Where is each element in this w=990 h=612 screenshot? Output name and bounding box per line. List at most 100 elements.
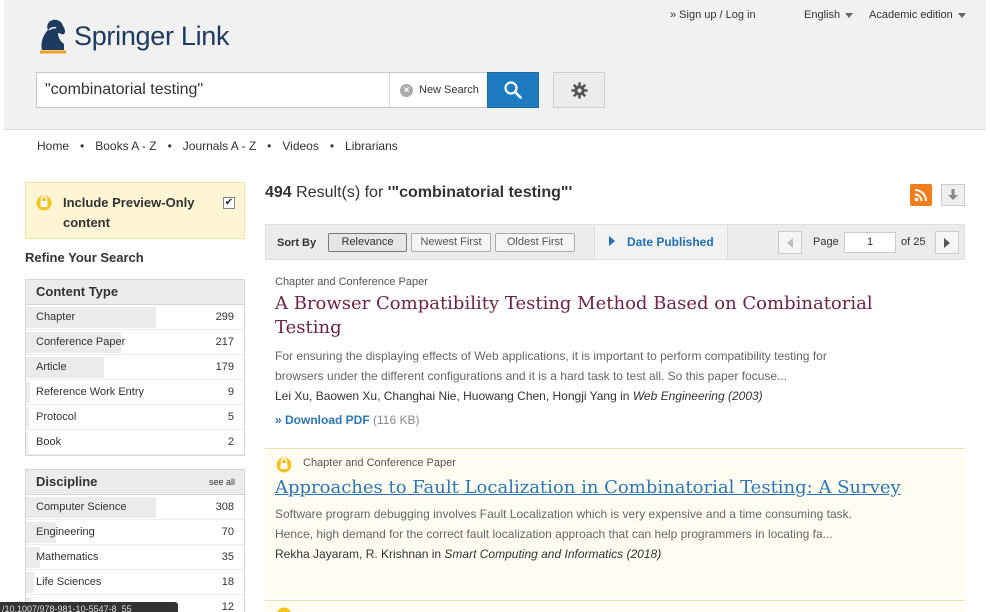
chevron-right-icon [944,237,950,248]
rss-button[interactable] [910,184,932,206]
result-authors: Lei Xu, Baowen Xu, Changhai Nie, Huowang… [275,389,763,403]
horse-logo-icon [40,19,66,54]
chevron-down-icon [957,12,966,18]
result-source[interactable]: Smart Computing and Informatics (2018) [444,547,661,561]
prev-page-button[interactable] [778,231,802,254]
page-total: of 25 [901,236,926,248]
site-header: Springer Link » Sign up / Log in English… [4,0,986,130]
facet-item-count: 217 [215,336,234,348]
preview-label-2: content [63,215,110,230]
sort-relevance-button[interactable]: Relevance [328,233,407,252]
facet-item[interactable]: Computer Science 308 [26,495,244,520]
facet-item[interactable]: Article 179 [26,355,244,380]
sort-bar: Sort By Relevance Newest First Oldest Fi… [265,224,965,260]
search-box: × New Search [36,72,488,108]
result-item: Chapter and Conference Paper A Browser C… [265,276,965,427]
result-snippet: For ensuring the displaying effects of W… [275,349,827,383]
edition-select[interactable]: Academic edition [869,9,966,21]
new-search-label: New Search [419,84,479,96]
facet-title: Discipline [36,474,98,489]
result-type: Chapter and Conference Paper [275,276,428,288]
facet-item[interactable]: Reference Work Entry 9 [26,380,244,405]
result-snippet: Software program debugging involves Faul… [275,507,852,541]
new-search-button[interactable]: × New Search [389,73,487,107]
language-label: English [804,9,841,21]
sort-oldest-button[interactable]: Oldest First [495,233,575,252]
result-title[interactable]: A Browser Compatibility Testing Method B… [275,292,965,340]
result-authors: Rekha Jayaram, R. Krishnan in Smart Comp… [275,547,662,561]
results-summary: 494 Result(s) for '"combinatorial testin… [265,184,572,202]
facet-item[interactable]: Life Sciences 18 [26,570,244,595]
facet-count-bar [26,432,28,453]
facet-item-count: 2 [227,436,234,448]
facet-item[interactable]: Book 2 [26,430,244,455]
rss-icon [914,189,927,202]
search-button[interactable] [487,72,539,108]
page-label: Page [813,236,839,248]
search-icon [504,81,522,99]
status-bar-url: /10.1007/978-981-10-5547-8_55 [0,602,178,612]
result-item-peek [265,600,965,612]
facet-item-count: 18 [221,576,234,588]
clear-icon: × [400,83,413,97]
edition-label: Academic edition [869,9,953,21]
chevron-down-icon [845,12,854,18]
springer-link-logo[interactable]: Springer Link [34,16,230,56]
facet-item[interactable]: Chapter 299 [26,305,244,330]
facet-title: Content Type [26,280,244,305]
refine-title: Refine Your Search [25,250,144,265]
next-page-button[interactable] [935,231,959,254]
date-published-label: Date Published [627,235,714,249]
preview-label: Include Preview-Only [63,195,195,210]
facet-item-count: 70 [221,526,234,538]
facet-item-label: Article [36,361,67,373]
nav-librarians[interactable]: Librarians [345,139,398,153]
facet-item-label: Book [36,436,62,448]
facet-count-bar [26,407,29,428]
facet-item-label: Chapter [36,311,76,323]
chevron-left-icon [787,237,793,248]
facet-item-label: Reference Work Entry [36,386,145,398]
facet-item-count: 179 [215,361,234,373]
facet-item-label: Life Sciences [36,576,102,588]
download-pdf-link[interactable]: » Download PDF (116 KB) [275,413,419,427]
facet-item-count: 9 [227,386,234,398]
sort-label: Sort By [277,237,317,249]
facet-item-count: 12 [221,601,234,612]
result-type: Chapter and Conference Paper [303,457,456,469]
sort-newest-button[interactable]: Newest First [411,233,491,252]
result-item: Chapter and Conference Paper Approaches … [265,448,965,598]
facet-count-bar [26,382,30,403]
facet-item[interactable]: Conference Paper 217 [26,330,244,355]
nav-journals[interactable]: Journals A - Z [183,139,256,153]
discipline-facet: Discipline see all Computer Science 308 En… [25,469,245,612]
nav-videos[interactable]: Videos [282,139,318,153]
search-options-button[interactable] [553,72,605,108]
result-title[interactable]: Approaches to Fault Localization in Comb… [275,477,901,498]
logo-brand: Springer [74,20,174,51]
see-all-link[interactable]: see all [209,470,235,494]
facet-item[interactable]: Protocol 5 [26,405,244,430]
results-label: Result(s) for [296,184,384,201]
nav-books[interactable]: Books A - Z [95,139,156,153]
facet-item-count: 308 [215,501,234,513]
facet-item[interactable]: Engineering 70 [26,520,244,545]
facet-item[interactable]: Mathematics 35 [26,545,244,570]
facet-item-label: Conference Paper [36,336,126,348]
download-icon [948,189,958,200]
results-query: '"combinatorial testing"' [387,184,573,201]
result-source[interactable]: Web Engineering (2003) [633,389,763,403]
nav-home[interactable]: Home [37,139,69,153]
language-select[interactable]: English [804,9,854,21]
gear-icon [570,81,588,99]
page-input[interactable]: 1 [844,232,896,253]
preview-checkbox[interactable]: ✔ [223,197,235,209]
facet-item-count: 299 [215,311,234,323]
signin-link[interactable]: » Sign up / Log in [670,9,756,21]
date-published-filter[interactable]: Date Published [594,225,728,259]
search-input[interactable] [45,81,385,99]
facet-item-count: 35 [221,551,234,563]
preview-only-toggle[interactable]: Include Preview-Only content ✔ [25,182,245,239]
download-results-button[interactable] [941,184,965,206]
lock-icon [277,607,291,612]
